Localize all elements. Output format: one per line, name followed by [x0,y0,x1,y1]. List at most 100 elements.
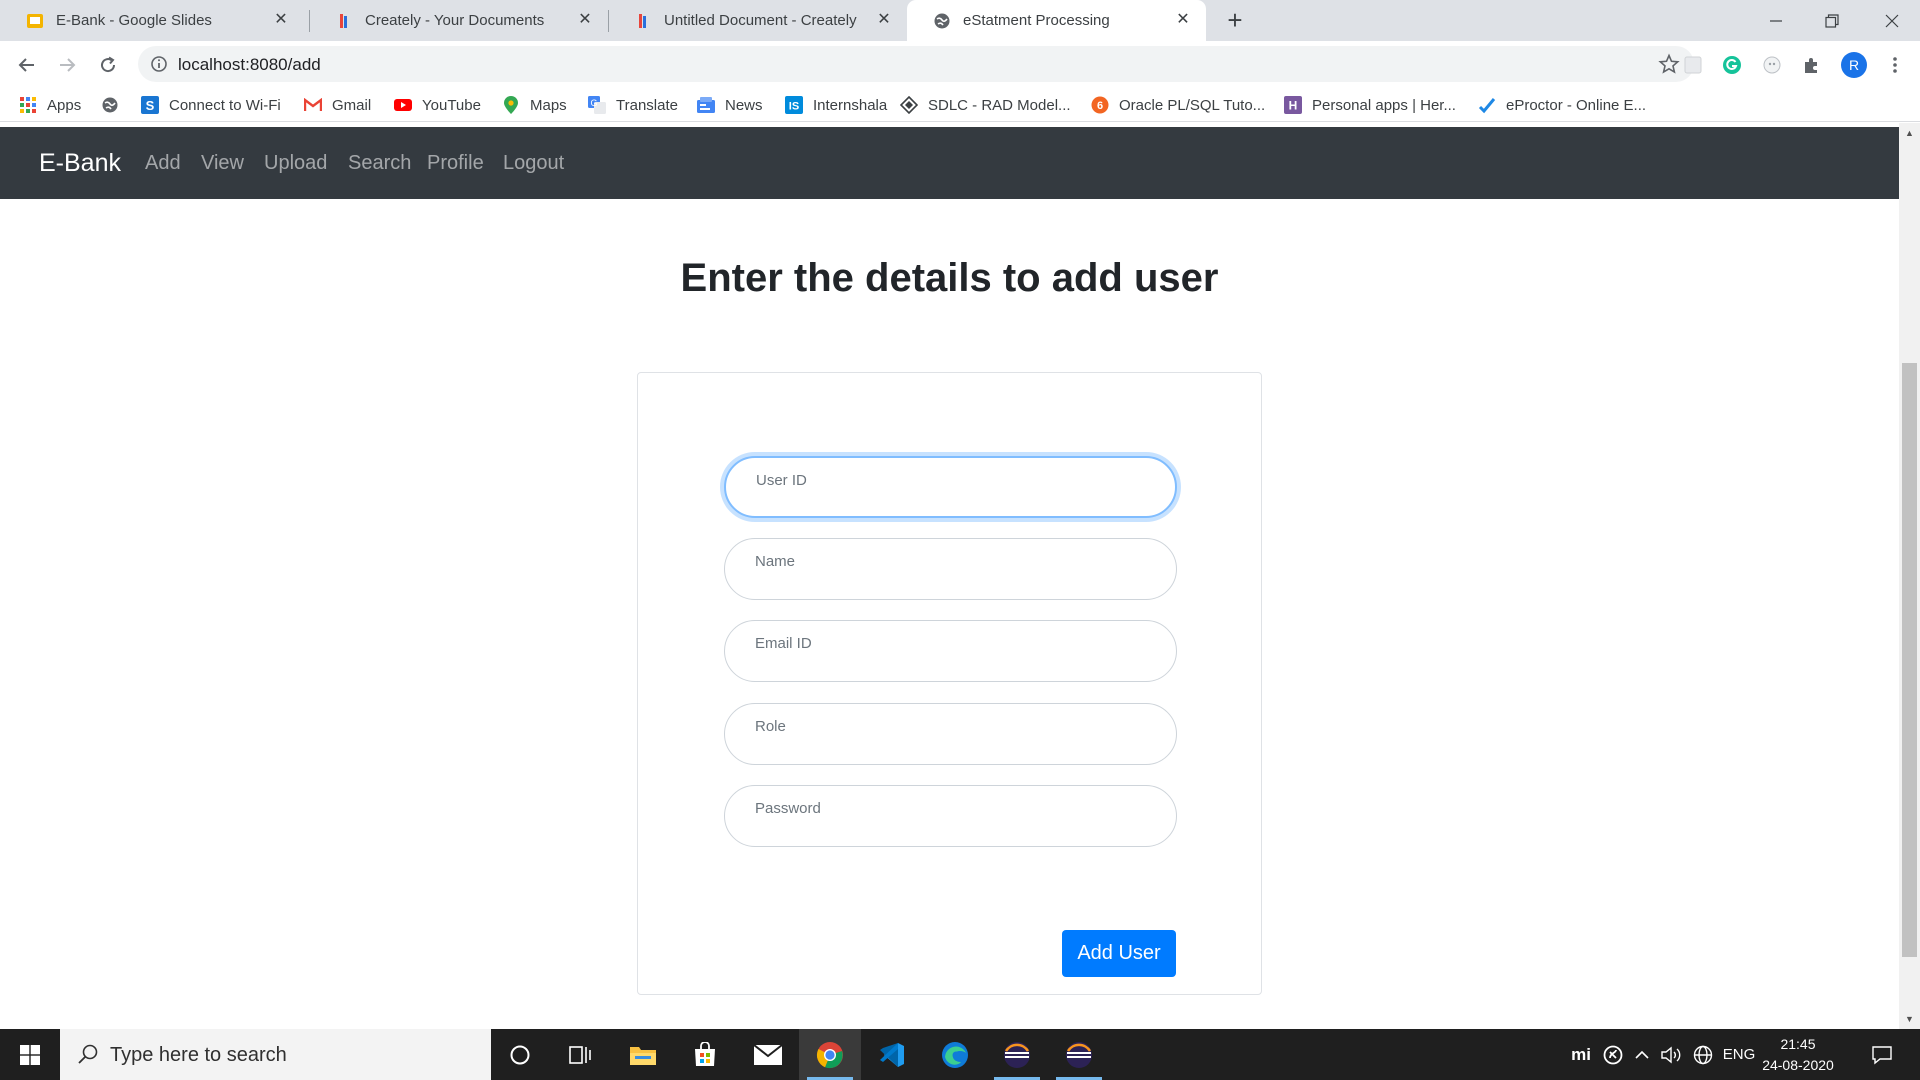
name-field[interactable]: Name [724,538,1177,600]
bookmark-news[interactable]: News [697,94,763,116]
creately-icon [634,12,652,30]
bookmark-eproctor[interactable]: eProctor - Online E... [1478,94,1646,116]
reload-button[interactable] [94,51,122,79]
page-title: Enter the details to add user [680,256,1219,300]
nav-link-search[interactable]: Search [348,152,411,175]
bookmarks-bar: Apps S Connect to Wi-Fi Gmail YouTube Ma… [0,88,1920,122]
bookmark-maps[interactable]: Maps [502,94,567,116]
file-explorer-icon[interactable] [612,1029,674,1080]
avatar-initial: R [1848,57,1860,73]
system-clock[interactable]: 21:45 24-08-2020 [1758,1034,1838,1076]
vscode-icon[interactable] [861,1029,923,1080]
taskbar-search[interactable]: Type here to search [60,1029,491,1080]
tab-creately-documents[interactable]: Creately - Your Documents ✕ [309,0,608,41]
arrow-right-icon [60,58,76,72]
volume-icon[interactable] [1656,1029,1686,1080]
address-bar[interactable]: localhost:8080/add [138,46,1694,82]
svg-text:S: S [146,98,155,113]
new-tab-button[interactable]: + [1222,7,1248,34]
url-text[interactable]: localhost:8080/add [178,55,321,75]
scroll-up-arrow-icon[interactable]: ▲ [1899,123,1920,143]
close-icon[interactable]: ✕ [272,11,290,29]
bookmark-sdlc[interactable]: SDLC - RAD Model... [900,94,1071,116]
chevron-up-icon[interactable] [1628,1029,1656,1080]
dropbox-tray-icon[interactable] [1598,1029,1628,1080]
extensions-puzzle-icon[interactable] [1801,54,1823,76]
tab-estatment-processing[interactable]: eStatment Processing ✕ [907,0,1206,41]
add-user-button[interactable]: Add User [1062,930,1176,977]
browser-menu-icon[interactable] [1884,54,1906,76]
password-label: Password [755,800,821,817]
extension-placeholder-icon[interactable] [1682,54,1704,76]
scroll-down-arrow-icon[interactable]: ▼ [1899,1009,1920,1029]
cortana-icon[interactable] [489,1029,551,1080]
youtube-icon [394,96,412,114]
bookmark-label: Oracle PL/SQL Tuto... [1119,96,1266,114]
chrome-icon[interactable] [799,1029,861,1080]
search-placeholder: Type here to search [110,1044,287,1066]
bookmark-youtube[interactable]: YouTube [394,94,481,116]
page-viewport: E-Bank Add View Upload Search Profile Lo… [0,123,1920,1029]
grammarly-icon[interactable] [1721,54,1743,76]
close-icon[interactable]: ✕ [576,11,594,29]
eclipse-icon[interactable] [986,1029,1048,1080]
user-id-field[interactable]: User ID [724,456,1177,518]
close-window-button[interactable] [1864,0,1920,41]
edge-icon[interactable] [924,1029,986,1080]
notification-icon[interactable] [1862,1029,1902,1080]
bookmark-label: Maps [530,96,567,114]
creately-icon [335,12,353,30]
bookmark-internshala[interactable]: IS Internshala [785,94,887,116]
back-button[interactable] [13,51,41,79]
globe-icon [933,12,951,30]
nav-link-logout[interactable]: Logout [503,152,564,175]
mail-icon[interactable] [737,1029,799,1080]
globe-icon [101,96,119,114]
nav-link-view[interactable]: View [201,152,244,175]
extension-face-icon[interactable] [1761,54,1783,76]
tab-google-slides[interactable]: E-Bank - Google Slides ✕ [0,0,304,41]
diamond-icon [900,96,918,114]
mi-tray-icon[interactable]: mi [1566,1029,1596,1080]
bookmark-label: SDLC - RAD Model... [928,96,1071,114]
scrollbar-thumb[interactable] [1902,363,1917,957]
add-user-form-card: User ID Name Email ID Role Password Add … [637,372,1262,995]
tab-title: Creately - Your Documents [365,12,545,29]
navbar-brand[interactable]: E-Bank [39,149,121,178]
gmail-icon [304,96,322,114]
task-view-icon[interactable] [549,1029,611,1080]
info-icon[interactable] [150,55,168,78]
bookmark-heroku[interactable]: H Personal apps | Her... [1284,94,1456,116]
forward-button[interactable] [53,51,81,79]
network-globe-icon[interactable] [1688,1029,1718,1080]
language-indicator[interactable]: ENG [1720,1029,1758,1080]
email-id-field[interactable]: Email ID [724,620,1177,682]
store-icon[interactable] [674,1029,736,1080]
bookmark-oracle[interactable]: 6 Oracle PL/SQL Tuto... [1091,94,1265,116]
role-field[interactable]: Role [724,703,1177,765]
page-scrollbar[interactable]: ▲ ▼ [1899,123,1920,1029]
bookmark-star-icon[interactable] [1658,53,1680,80]
bookmark-translate[interactable]: G Translate [588,94,678,116]
close-icon[interactable]: ✕ [1174,11,1192,29]
password-field[interactable]: Password [724,785,1177,847]
bookmark-connect-wifi[interactable]: S Connect to Wi-Fi [141,94,281,116]
close-icon[interactable]: ✕ [875,11,893,29]
tab-creately-untitled[interactable]: Untitled Document - Creately ✕ [608,0,907,41]
bookmark-label: Apps [47,96,82,114]
nav-link-upload[interactable]: Upload [264,152,327,175]
avatar[interactable]: R [1841,52,1867,78]
bookmark-globe[interactable] [101,94,129,116]
eclipse-icon[interactable] [1048,1029,1110,1080]
bookmark-label: Internshala [813,96,888,114]
clock-time: 21:45 [1780,1036,1816,1052]
nav-link-profile[interactable]: Profile [427,152,484,175]
news-icon [697,96,715,114]
bookmark-gmail[interactable]: Gmail [304,94,371,116]
internshala-icon: IS [785,96,803,114]
bookmark-apps[interactable]: Apps [19,94,81,116]
start-button[interactable] [0,1029,60,1080]
minimize-button[interactable] [1748,0,1804,41]
nav-link-add[interactable]: Add [145,152,181,175]
restore-button[interactable] [1804,0,1860,41]
